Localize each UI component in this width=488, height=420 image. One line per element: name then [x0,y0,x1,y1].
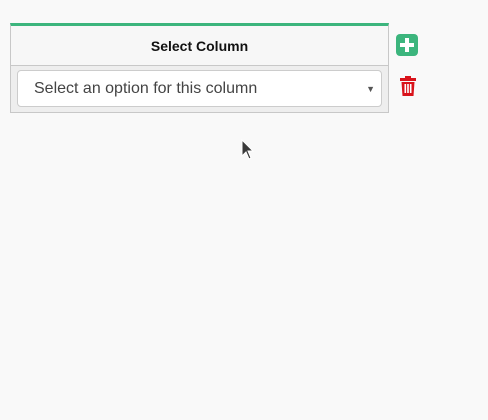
delete-column-button[interactable] [399,76,417,96]
trash-icon [400,76,416,96]
column-select-placeholder: Select an option for this column [34,79,258,97]
caret-down-icon: ▼ [366,83,375,94]
add-column-button[interactable] [396,34,418,56]
column-header: Select Column [11,26,388,66]
plus-square-icon [400,38,414,52]
page: Select Column Select an option for this … [0,0,488,420]
column-body: Select an option for this column ▼ [11,66,388,112]
mouse-cursor-icon [241,138,255,161]
column-select[interactable]: Select an option for this column ▼ [17,70,382,107]
column-table: Select Column Select an option for this … [10,23,389,113]
column-header-label: Select Column [150,37,249,54]
